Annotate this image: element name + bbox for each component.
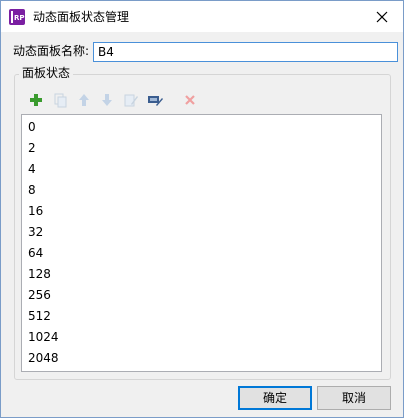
duplicate-state-button[interactable] [52, 92, 68, 108]
close-button[interactable] [367, 5, 397, 29]
list-item[interactable]: 32 [28, 224, 43, 240]
delete-state-button[interactable] [182, 92, 198, 108]
list-item[interactable]: 64 [28, 245, 43, 261]
list-item[interactable]: 2 [28, 140, 36, 156]
edit-states-icon [124, 94, 138, 107]
axure-rp-icon: RP [9, 9, 25, 25]
list-item[interactable]: 4 [28, 161, 36, 177]
dialog-window: RP 动态面板状态管理 动态面板名称: 面板状态 [0, 0, 404, 418]
list-item[interactable]: 512 [28, 308, 51, 324]
move-down-button[interactable] [99, 92, 115, 108]
title-bar: RP 动态面板状态管理 [1, 1, 403, 32]
panel-name-input[interactable] [93, 42, 398, 62]
arrow-down-icon [102, 94, 112, 106]
arrow-up-icon [79, 94, 89, 106]
dialog-title: 动态面板状态管理 [33, 10, 130, 24]
list-item[interactable]: 16 [28, 203, 43, 219]
list-item[interactable]: 128 [28, 266, 51, 282]
close-icon [376, 11, 388, 23]
edit-state-button[interactable] [123, 92, 139, 108]
edit-all-states-button[interactable] [147, 92, 163, 108]
copy-icon [54, 93, 67, 108]
panel-states-title: 面板状态 [19, 65, 74, 81]
delete-x-icon [185, 95, 195, 105]
panel-name-label: 动态面板名称: [13, 44, 90, 58]
list-item[interactable]: 8 [28, 182, 36, 198]
add-state-button[interactable] [28, 92, 44, 108]
states-list[interactable]: 0 2 4 8 16 32 64 128 256 512 1024 2048 [21, 114, 382, 372]
plus-icon [30, 94, 42, 106]
list-item[interactable]: 1024 [28, 329, 59, 345]
cancel-button[interactable]: 取消 [317, 386, 391, 410]
list-item[interactable]: 0 [28, 119, 36, 135]
list-item[interactable]: 256 [28, 287, 51, 303]
ok-button[interactable]: 确定 [238, 386, 312, 410]
move-up-button[interactable] [76, 92, 92, 108]
edit-all-states-icon [148, 96, 163, 106]
list-item[interactable]: 2048 [28, 350, 59, 366]
